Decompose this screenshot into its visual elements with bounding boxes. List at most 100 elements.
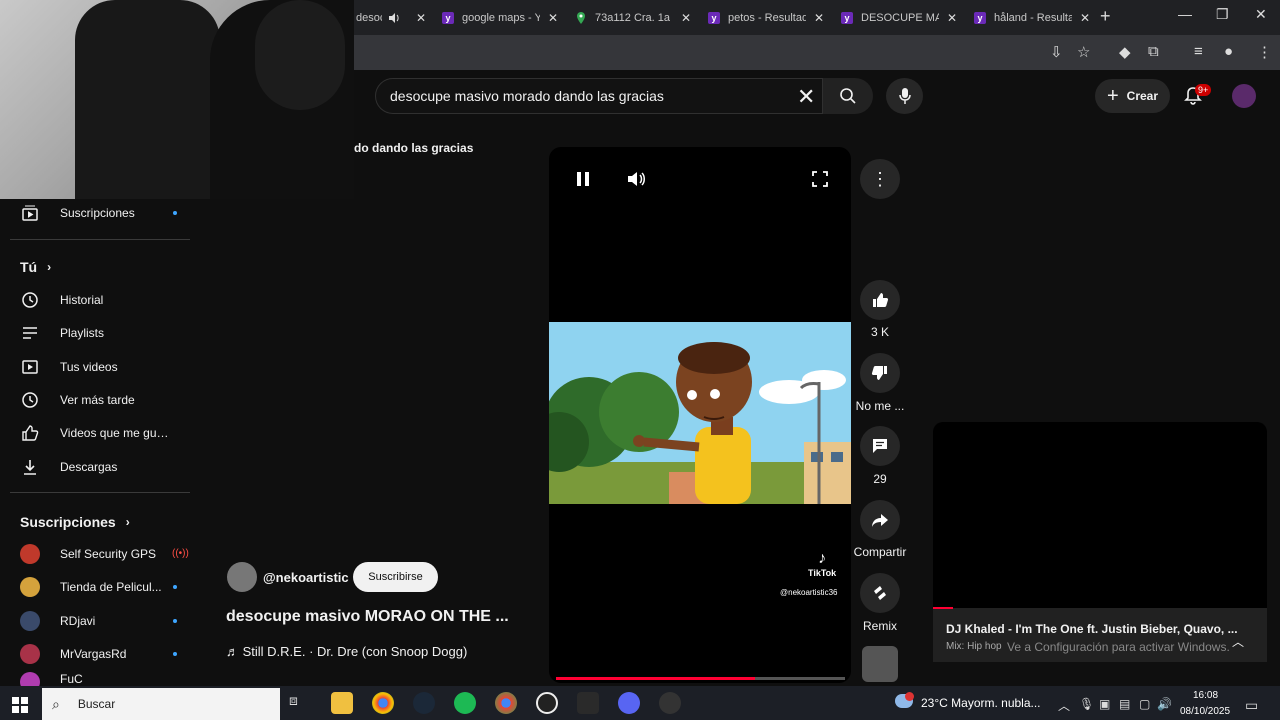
fullscreen-icon[interactable] — [811, 170, 829, 193]
plus-icon: + — [1106, 84, 1119, 107]
tab-desocupe[interactable]: desocu ✕ — [356, 5, 426, 30]
channel-avatar[interactable] — [227, 562, 257, 592]
account-avatar[interactable] — [1232, 84, 1256, 108]
yahoo-icon: y — [841, 11, 853, 24]
taskbar-search-input[interactable]: ⌕ Buscar — [42, 688, 280, 720]
close-tab-icon[interactable]: ✕ — [416, 11, 426, 25]
weather-readout[interactable]: 23°C Mayorm. nubla... — [921, 696, 1041, 710]
sidebar-item-label: Suscripciones — [60, 205, 135, 220]
remix-icon — [874, 586, 886, 600]
chrome-icon[interactable] — [372, 692, 394, 714]
chevron-up-icon[interactable]: ︿ — [1232, 633, 1244, 650]
pause-icon[interactable] — [574, 170, 592, 193]
epic-games-icon[interactable] — [577, 692, 599, 714]
yahoo-icon: y — [708, 11, 720, 24]
video-title[interactable]: desocupe masivo MORAO ON THE ... — [226, 608, 509, 626]
like-count: 3 K — [870, 325, 889, 339]
minimize-icon[interactable]: — — [1178, 6, 1192, 22]
new-content-dot — [173, 210, 177, 215]
notification-center-icon[interactable]: ▭ — [1245, 697, 1258, 714]
browser-menu-icon[interactable]: ⋮ — [1257, 43, 1272, 61]
search-button[interactable] — [823, 78, 873, 114]
extension-diamond-icon[interactable]: ◆ — [1119, 43, 1131, 61]
display-icon[interactable]: ▢ — [1139, 697, 1150, 711]
sidebar-item-history[interactable]: Historial — [0, 283, 190, 316]
sidebar-subscriptions-heading[interactable]: Suscripciones › — [20, 514, 130, 530]
steam-icon[interactable] — [413, 692, 435, 714]
sidebar-item-playlists[interactable]: Playlists — [0, 316, 190, 349]
remix-label: Remix — [862, 619, 897, 633]
sidebar-item-subscriptions[interactable]: Suscripciones — [0, 196, 190, 229]
voice-search-button[interactable] — [886, 78, 923, 114]
dislike-button[interactable] — [860, 353, 900, 393]
volume-icon[interactable] — [626, 170, 646, 193]
app-icon[interactable] — [659, 692, 681, 714]
thumbs-up-icon — [873, 293, 889, 307]
sidebar-item-downloads[interactable]: Descargas — [0, 450, 190, 483]
clock-date[interactable]: 08/10/2025 — [1180, 706, 1230, 717]
music-credit[interactable]: ♬ Still D.R.E. · Dr. Dre (con Snoop Dogg… — [226, 644, 467, 659]
clock-time[interactable]: 16:08 — [1193, 690, 1218, 701]
network-icon[interactable]: ▤ — [1119, 697, 1130, 711]
task-view-icon[interactable]: ⧈ — [289, 692, 311, 714]
channel-handle[interactable]: @nekoartistic — [263, 570, 349, 585]
microphone-tray-icon[interactable]: 🎙 — [1079, 697, 1094, 711]
close-tab-icon[interactable]: ✕ — [814, 11, 824, 25]
sound-thumbnail[interactable] — [862, 646, 898, 682]
sidebar-channel-self-security[interactable]: Self Security GPS ((•)) — [0, 537, 190, 570]
sidebar-item-your-videos[interactable]: Tus videos — [0, 350, 190, 383]
camera-tray-icon[interactable]: ▣ — [1099, 697, 1110, 711]
install-app-icon[interactable]: ⇩ — [1050, 43, 1063, 61]
sidebar-channel-mrvargasrd[interactable]: MrVargasRd — [0, 637, 190, 670]
tab-desocupe-search[interactable]: y DESOCUPE MAS ✕ — [841, 5, 957, 30]
live-icon: ((•)) — [172, 548, 189, 559]
sidebar-item-watch-later[interactable]: Ver más tarde — [0, 383, 190, 416]
spotify-icon[interactable] — [454, 692, 476, 714]
like-button[interactable] — [860, 280, 900, 320]
subscribe-button[interactable]: Suscribirse — [353, 562, 438, 592]
mini-player-title[interactable]: DJ Khaled - I'm The One ft. Justin Biebe… — [946, 622, 1238, 636]
share-button[interactable] — [860, 500, 900, 540]
tab-petos[interactable]: y petos - Resultad ✕ — [708, 5, 824, 30]
clear-search-icon[interactable]: ✕ — [797, 84, 815, 110]
extensions-puzzle-icon[interactable]: ⧉ — [1148, 43, 1159, 60]
tiktok-logo-icon: ♪ — [818, 550, 827, 567]
create-button[interactable]: + Crear — [1095, 79, 1170, 113]
tab-maps-address[interactable]: 73a112 Cra. 1a 1 ✕ — [575, 5, 691, 30]
sidebar-divider — [10, 492, 190, 493]
close-tab-icon[interactable]: ✕ — [548, 11, 558, 25]
taskbar-search-placeholder: Buscar — [77, 697, 116, 711]
tab-google-maps[interactable]: y google maps - Y ✕ — [442, 5, 558, 30]
sidebar-channel-tienda[interactable]: Tienda de Pelicul... — [0, 570, 190, 603]
chrome-active-icon[interactable] — [495, 692, 517, 714]
close-window-icon[interactable]: ✕ — [1255, 6, 1267, 23]
comments-button[interactable] — [860, 426, 900, 466]
remix-button[interactable] — [860, 573, 900, 613]
close-tab-icon[interactable]: ✕ — [1080, 11, 1090, 25]
sidebar-item-liked-videos[interactable]: Videos que me gus... — [0, 416, 190, 449]
bookmark-star-icon[interactable]: ☆ — [1077, 43, 1090, 61]
sidebar-channel-partial[interactable]: FuC — [0, 672, 190, 686]
windows-start-icon[interactable] — [12, 697, 28, 718]
sidebar-you-heading[interactable]: Tú › — [20, 259, 51, 275]
share-icon — [872, 514, 888, 527]
obs-icon[interactable] — [536, 692, 558, 714]
more-options-button[interactable]: ⋮ — [860, 159, 900, 199]
maps-pin-icon — [575, 11, 587, 24]
restore-icon[interactable]: ❐ — [1216, 6, 1229, 23]
media-control-icon[interactable]: ≡ — [1194, 43, 1203, 60]
search-input[interactable]: desocupe masivo morado dando las gracias — [375, 78, 823, 114]
discord-icon[interactable] — [618, 692, 640, 714]
close-tab-icon[interactable]: ✕ — [681, 11, 691, 25]
sidebar-item-label: Historial — [60, 292, 104, 307]
file-explorer-icon[interactable] — [331, 692, 353, 714]
profile-icon[interactable]: ● — [1224, 43, 1233, 60]
sidebar-divider — [10, 239, 190, 240]
new-tab-button[interactable]: + — [1100, 6, 1111, 27]
close-tab-icon[interactable]: ✕ — [947, 11, 957, 25]
sidebar-channel-rdjavi[interactable]: RDjavi — [0, 604, 190, 637]
tray-chevron-up-icon[interactable]: ︿ — [1058, 697, 1070, 714]
channel-avatar-wrap — [20, 610, 40, 631]
tab-haland[interactable]: y håland - Resulta ✕ — [974, 5, 1090, 30]
speaker-tray-icon[interactable]: 🔊 — [1157, 697, 1172, 711]
